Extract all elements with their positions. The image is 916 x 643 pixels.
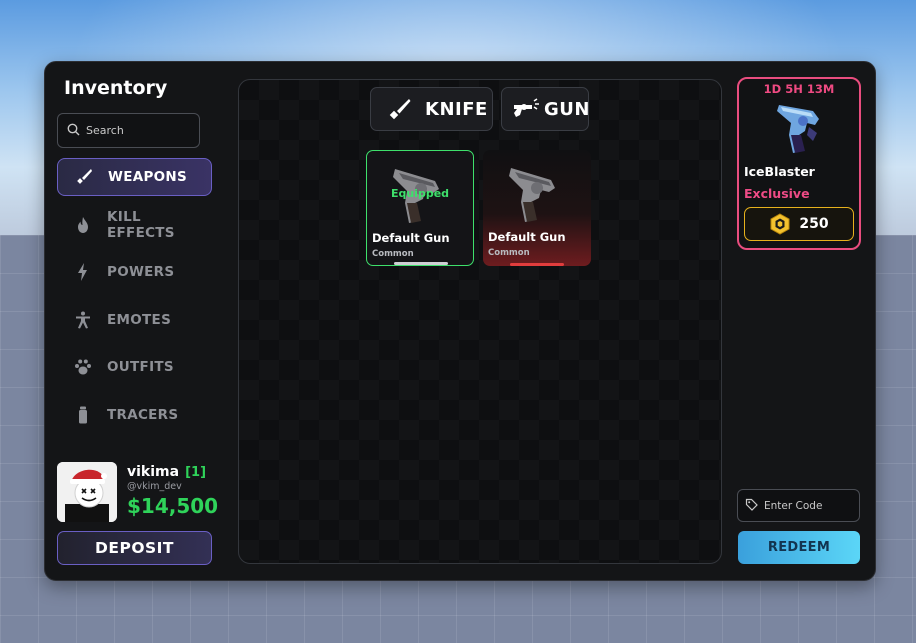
code-box[interactable] — [737, 489, 860, 522]
items-area: KNIFE GUN Equipped Default Gun Common De… — [238, 79, 722, 564]
player-profile: vikima [1] @vkim_dev $14,500 — [57, 462, 219, 522]
flame-icon — [73, 215, 93, 235]
profile-name-row: vikima [1] — [127, 464, 206, 480]
search-input[interactable] — [86, 124, 196, 137]
deposit-button[interactable]: DEPOSIT — [57, 531, 212, 565]
tab-knife[interactable]: KNIFE — [370, 87, 493, 131]
nav-label-emotes: EMOTES — [107, 311, 172, 328]
nav-label-outfits: OUTFITS — [107, 359, 174, 376]
nav-item-emotes[interactable]: EMOTES — [57, 301, 212, 339]
nav-item-weapons[interactable]: WEAPONS — [57, 158, 212, 196]
search-icon — [67, 121, 80, 140]
coin-icon — [769, 213, 791, 235]
revolver-image — [501, 158, 571, 224]
iceblaster-image — [773, 97, 829, 157]
item-name: Default Gun — [488, 230, 566, 244]
nav-item-outfits[interactable]: OUTFITS — [57, 348, 212, 386]
shop-item-tag: Exclusive — [744, 186, 810, 201]
lightning-icon — [73, 262, 93, 282]
avatar — [57, 462, 117, 522]
tab-gun[interactable]: GUN — [501, 87, 589, 131]
item-rarity: Common — [372, 249, 414, 259]
item-name: Default Gun — [372, 231, 450, 245]
knife-icon — [385, 97, 415, 121]
nav-label-kill-effects: KILL EFFECTS — [107, 208, 175, 241]
category-nav: WEAPONS KILL EFFECTS POWERS EMOTES OUTFI… — [57, 158, 212, 444]
player-level: [1] — [185, 465, 207, 480]
redeem-button[interactable]: REDEEM — [738, 531, 860, 564]
tab-gun-label: GUN — [544, 98, 590, 120]
item-card-equipped[interactable]: Equipped Default Gun Common — [366, 150, 474, 266]
featured-shop-item[interactable]: 1D 5H 13M IceBlaster Exclusive 250 — [737, 77, 861, 250]
search-box[interactable] — [57, 113, 200, 148]
nav-item-tracers[interactable]: TRACERS — [57, 396, 212, 434]
canister-icon — [73, 405, 93, 425]
item-card[interactable]: Default Gun Common — [483, 150, 591, 266]
shop-item-name: IceBlaster — [744, 164, 815, 179]
knife-icon — [74, 167, 94, 187]
inventory-panel: Inventory WEAPONS KILL EFFECTS POWERS — [44, 61, 876, 581]
nav-item-powers[interactable]: POWERS — [57, 253, 212, 291]
tab-knife-label: KNIFE — [425, 98, 488, 120]
code-input[interactable] — [764, 499, 859, 512]
person-icon — [73, 310, 93, 330]
rarity-bar — [394, 262, 448, 265]
nav-label-tracers: TRACERS — [107, 406, 179, 423]
paw-icon — [73, 357, 93, 377]
inventory-title: Inventory — [64, 77, 168, 99]
revolver-icon — [510, 97, 540, 121]
nav-item-kill-effects[interactable]: KILL EFFECTS — [57, 206, 212, 244]
buy-price-button[interactable]: 250 — [744, 207, 854, 241]
nav-label-weapons: WEAPONS — [108, 169, 188, 185]
username: vikima — [127, 464, 180, 480]
price-value: 250 — [799, 216, 829, 232]
item-rarity: Common — [488, 248, 530, 258]
money-balance: $14,500 — [127, 494, 219, 518]
rarity-bar — [510, 263, 564, 266]
equipped-label: Equipped — [390, 187, 450, 200]
shop-timer: 1D 5H 13M — [763, 82, 835, 96]
nav-label-powers: POWERS — [107, 264, 175, 281]
user-handle: @vkim_dev — [127, 481, 182, 492]
tag-icon — [745, 496, 758, 515]
